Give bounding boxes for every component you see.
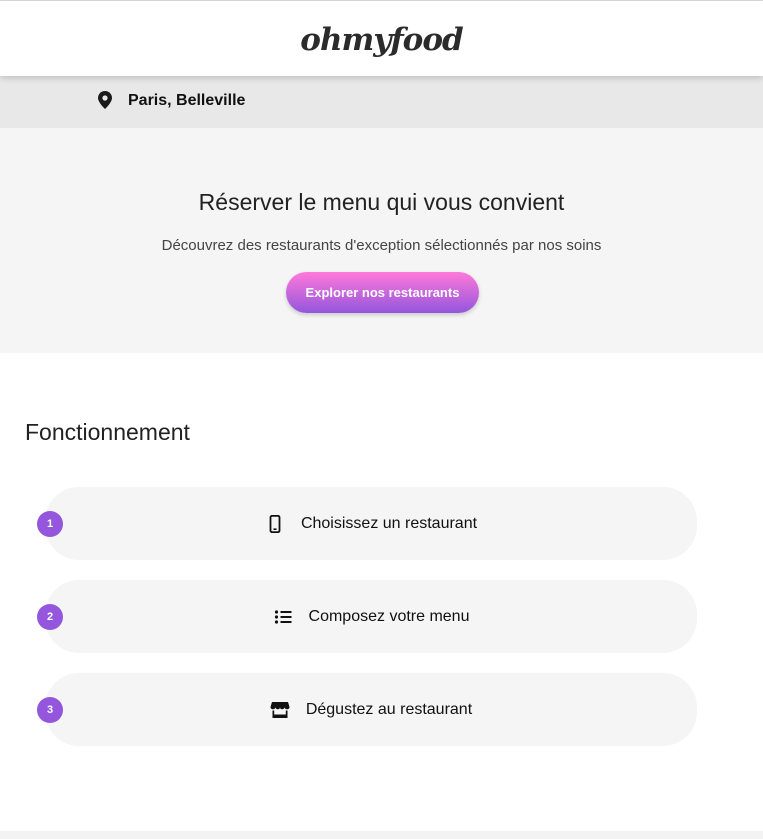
footer-strip: [0, 831, 763, 839]
step-number-badge: 1: [37, 511, 63, 537]
how-it-works-title: Fonctionnement: [25, 419, 190, 445]
hero-subtitle: Découvrez des restaurants d'exception sé…: [161, 237, 602, 254]
step-label: Dégustez au restaurant: [305, 700, 473, 718]
store-icon: [270, 701, 290, 718]
hero-section: Réserver le menu qui vous convient Décou…: [0, 128, 763, 353]
list-icon: [274, 609, 292, 624]
hero-title: Réserver le menu qui vous convient: [198, 189, 565, 215]
step-enjoy-at-restaurant[interactable]: Dégustez au restaurant: [45, 673, 697, 746]
logo[interactable]: ohmyfood: [300, 22, 463, 58]
step-compose-menu[interactable]: Composez votre menu: [45, 580, 697, 653]
explore-restaurants-button[interactable]: Explorer nos restaurants: [286, 272, 479, 313]
step-label: Composez votre menu: [308, 607, 470, 625]
step-choose-restaurant[interactable]: Choisissez un restaurant: [45, 487, 697, 560]
step-number-badge: 3: [37, 697, 63, 723]
location-text: Paris, Belleville: [128, 92, 246, 109]
step-number-badge: 2: [37, 604, 63, 630]
step-label: Choisissez un restaurant: [300, 514, 478, 532]
map-pin-icon: [98, 91, 112, 109]
mobile-phone-icon: [269, 514, 281, 533]
site-header: ohmyfood: [0, 1, 763, 76]
location-bar: Paris, Belleville: [0, 76, 763, 128]
